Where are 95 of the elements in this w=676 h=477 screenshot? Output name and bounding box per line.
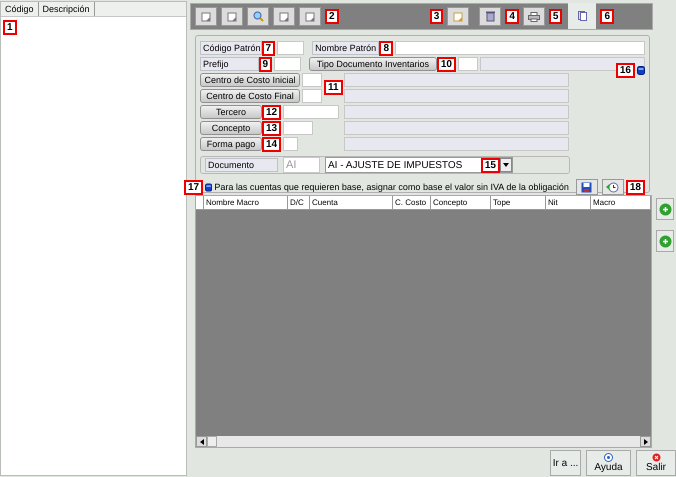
page-icon: [201, 12, 211, 22]
scroll-left-button[interactable]: [196, 436, 207, 447]
field-label: Código Patrón: [200, 41, 262, 55]
description-field[interactable]: [344, 89, 569, 103]
column-header[interactable]: Nit: [546, 196, 591, 210]
add-button[interactable]: [656, 198, 674, 220]
name-input[interactable]: [395, 41, 645, 55]
callout-number: 12: [262, 104, 282, 120]
scroll-right-button[interactable]: [640, 436, 651, 447]
column-header[interactable]: Tope: [491, 196, 546, 210]
code-input[interactable]: [302, 73, 322, 87]
lookup-button[interactable]: Concepto: [200, 121, 262, 135]
lookup-button[interactable]: Tipo Documento Inventarios: [308, 57, 437, 71]
callout-number: 10: [436, 56, 456, 72]
option-toggle-icon: [205, 182, 212, 192]
callout-number: 8: [379, 40, 393, 56]
code-input[interactable]: [283, 137, 298, 151]
add-icon: [658, 202, 672, 216]
field-label: Prefijo: [200, 57, 259, 71]
new-page-icon: [453, 12, 464, 22]
exit-button[interactable]: Salir: [636, 450, 676, 476]
callout-number: 4: [505, 9, 519, 24]
column-header[interactable]: C. Costo: [393, 196, 431, 210]
toolbar-button[interactable]: [273, 7, 295, 26]
column-header[interactable]: D/C: [288, 196, 310, 210]
callout-number: 2: [325, 9, 339, 24]
callout-number: 9: [258, 56, 272, 72]
undo-button[interactable]: [602, 179, 624, 195]
description-field[interactable]: [344, 121, 569, 135]
callout-number: 5: [548, 9, 562, 24]
field-label: Nombre Patrón: [312, 41, 380, 55]
callout-number: 1: [3, 20, 17, 35]
add-button[interactable]: [656, 230, 674, 252]
description-field[interactable]: [344, 73, 569, 87]
search-icon: [252, 11, 264, 22]
code-input[interactable]: [302, 89, 322, 103]
scroll-thumb[interactable]: [207, 436, 217, 447]
right-arrow-icon: [644, 438, 648, 444]
callout-number: 15: [480, 158, 500, 172]
column-header[interactable]: Cuenta: [310, 196, 393, 210]
scrollbar[interactable]: [196, 436, 651, 447]
callout-number: 7: [262, 40, 276, 56]
toolbar-button[interactable]: [299, 7, 321, 26]
help-button[interactable]: Ayuda: [586, 450, 631, 476]
save-button[interactable]: [576, 179, 598, 195]
delete-button[interactable]: [479, 7, 502, 26]
printer-icon: [528, 12, 540, 22]
option-text: Para las cuentas que requieren base, asignar como base el valor sin IVA de la obligación: [214, 182, 569, 192]
code-input[interactable]: [283, 121, 314, 135]
document-select[interactable]: AI - AJUSTE DE IMPUESTOS 15: [325, 157, 513, 173]
save-icon: [581, 182, 592, 192]
print-button[interactable]: [522, 7, 545, 26]
callout-number: 6: [600, 9, 614, 24]
prefix-input[interactable]: [274, 57, 302, 71]
callout-number: 16: [616, 63, 635, 78]
callout-number: 13: [262, 120, 282, 136]
add-icon: [658, 234, 672, 248]
lookup-button[interactable]: Tercero: [200, 105, 262, 119]
copy-tab[interactable]: [568, 3, 596, 29]
help-icon: [604, 453, 613, 462]
dropdown-button[interactable]: [500, 158, 512, 172]
column-header[interactable]: Macro: [591, 196, 651, 210]
left-arrow-icon: [200, 438, 204, 444]
description-field[interactable]: [344, 137, 569, 151]
callout-number: 3: [430, 9, 444, 24]
page-icon: [305, 12, 315, 22]
copy-icon: [578, 11, 587, 21]
column-header[interactable]: Código: [1, 2, 39, 16]
toolbar-button[interactable]: [195, 7, 217, 26]
callout-number: 14: [262, 136, 282, 152]
callout-number: 11: [324, 80, 343, 95]
toolbar-button[interactable]: [221, 7, 243, 26]
toggle-icon: [637, 66, 645, 75]
code-input[interactable]: [283, 105, 340, 119]
search-button[interactable]: [247, 7, 269, 26]
new-button[interactable]: [447, 7, 470, 26]
column-header[interactable]: Nombre Macro: [204, 196, 288, 210]
lookup-button[interactable]: Centro de Costo Final: [200, 89, 300, 103]
column-header[interactable]: Descripción: [38, 2, 95, 16]
field-label: Documento: [205, 158, 278, 172]
description-field[interactable]: [344, 105, 569, 119]
goto-button[interactable]: Ir a ...: [550, 450, 581, 476]
code-input[interactable]: [458, 57, 478, 71]
callout-number: 18: [626, 180, 645, 194]
lookup-button[interactable]: Centro de Costo Inicial: [200, 73, 300, 87]
caret-icon: [503, 163, 509, 167]
lookup-button[interactable]: Forma pago: [200, 137, 262, 151]
page-icon: [227, 12, 237, 22]
row-header: [196, 196, 204, 210]
code-input[interactable]: [277, 41, 304, 55]
callout-number: 17: [184, 180, 204, 194]
page-icon: [279, 12, 289, 22]
column-header[interactable]: Concepto: [431, 196, 491, 210]
close-icon: [652, 453, 660, 462]
trash-icon: [486, 11, 495, 22]
